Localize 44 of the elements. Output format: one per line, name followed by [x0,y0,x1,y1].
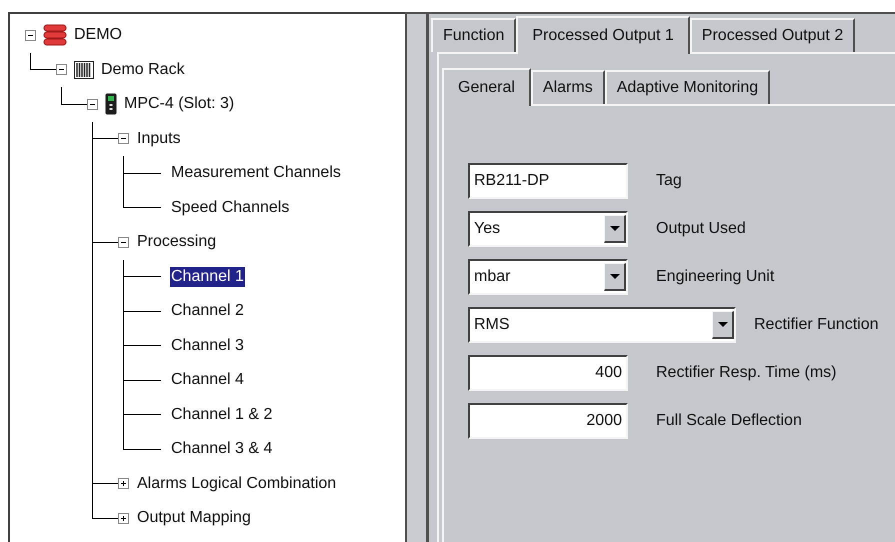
collapse-toggle[interactable] [87,98,98,110]
field-label: Engineering Unit [656,267,774,287]
tree-item[interactable]: Channel 2 [170,301,245,322]
expand-toggle[interactable] [118,512,129,524]
tab[interactable]: Processed Output 2 [690,18,856,52]
tab[interactable]: Processed Output 1 [516,16,690,54]
tab[interactable]: General [442,68,531,106]
collapse-toggle[interactable] [118,133,129,144]
tree-item[interactable]: Alarms Logical Combination [136,474,338,494]
module-icon [105,93,117,116]
tree-item[interactable]: Channel 3 & 4 [170,439,274,460]
rack-icon [74,60,94,79]
dropdown[interactable]: mbar [468,259,628,295]
splitter[interactable] [405,12,429,542]
tree-item[interactable]: Channel 4 [170,370,245,390]
tree-item[interactable]: Channel 1 [170,266,245,287]
expand-toggle[interactable] [118,478,129,490]
tab[interactable]: Adaptive Monitoring [604,70,770,104]
tree-item[interactable]: Demo Rack [100,60,186,80]
input-field[interactable]: RB211-DP [468,163,628,199]
tree-item[interactable]: Inputs [136,128,182,149]
field-label: Rectifier Resp. Time (ms) [656,363,836,383]
dropdown[interactable]: Yes [468,211,628,247]
field-label: Rectifier Function [754,315,878,335]
collapse-toggle[interactable] [56,64,67,76]
tree-item[interactable]: Measurement Channels [170,163,342,184]
field-label: Output Used [656,219,746,239]
tree-item[interactable]: Channel 3 [170,336,245,356]
tree-item[interactable]: Speed Channels [170,198,290,218]
tree-item[interactable]: Channel 1 & 2 [170,404,274,425]
field-label: Full Scale Deflection [656,411,802,431]
collapse-toggle[interactable] [25,30,36,41]
tab[interactable]: Function [431,18,516,52]
collapse-toggle[interactable] [118,236,129,248]
dropdown[interactable]: RMS [468,307,736,343]
tree-item[interactable]: MPC-4 (Slot: 3) [123,94,236,114]
tree-item[interactable]: Output Mapping [136,508,252,528]
database-icon [43,24,67,46]
input-field[interactable]: 2000 [468,403,628,439]
tab[interactable]: Alarms [530,70,605,104]
tree-item[interactable]: DEMO [73,25,123,46]
field-label: Tag [656,171,682,191]
input-field[interactable]: 400 [468,355,628,391]
tree-item[interactable]: Processing [136,232,218,252]
